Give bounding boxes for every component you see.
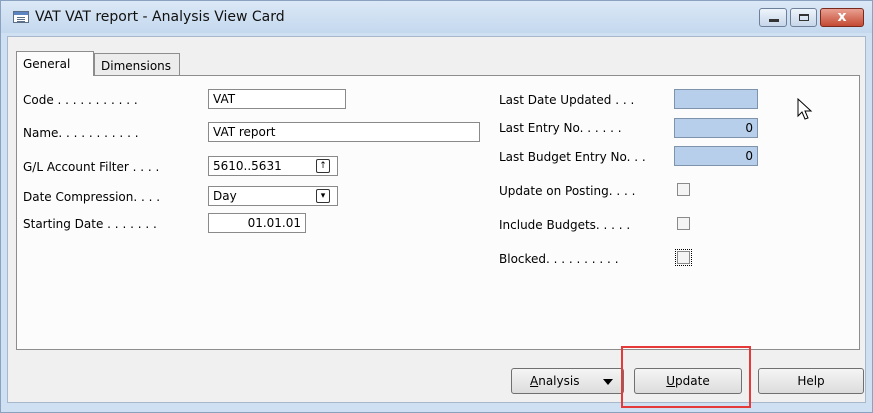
gl-account-filter-label: G/L Account Filter . . . . <box>23 160 160 174</box>
include-budgets-label: Include Budgets. . . . . <box>499 218 631 232</box>
last-budget-entry-no-field[interactable]: 0 <box>674 146 758 166</box>
code-field[interactable]: VAT <box>208 89 346 109</box>
last-budget-entry-no-label: Last Budget Entry No. . . <box>499 150 646 164</box>
general-tab-panel <box>16 75 860 350</box>
lookup-arrow-icon[interactable]: ↑ <box>316 159 330 173</box>
update-on-posting-checkbox[interactable] <box>677 183 690 196</box>
title-bar[interactable]: VAT VAT report - Analysis View Card x <box>1 1 872 33</box>
maximize-button[interactable] <box>790 8 817 27</box>
blocked-label: Blocked. . . . . . . . . . <box>499 252 619 266</box>
last-entry-no-label: Last Entry No. . . . . . <box>499 121 622 135</box>
starting-date-label: Starting Date . . . . . . . <box>23 217 157 231</box>
close-button[interactable]: x <box>820 8 864 27</box>
starting-date-field[interactable]: 01.01.01 <box>208 213 306 233</box>
date-compression-label: Date Compression. . . . <box>23 190 161 204</box>
dropdown-arrow-icon[interactable]: ▾ <box>316 189 330 203</box>
name-field[interactable]: VAT report <box>208 122 480 142</box>
minimize-button[interactable] <box>759 8 787 27</box>
name-label: Name. . . . . . . . . . . <box>23 126 139 140</box>
tab-dimensions[interactable]: Dimensions <box>94 53 180 77</box>
date-compression-value: Day <box>213 189 237 203</box>
mouse-cursor-icon <box>797 98 813 120</box>
help-button[interactable]: Help <box>758 368 864 394</box>
last-entry-no-field[interactable]: 0 <box>674 118 758 138</box>
gl-account-filter-value: 5610..5631 <box>213 159 282 173</box>
include-budgets-checkbox[interactable] <box>677 217 690 230</box>
form-icon <box>13 11 29 23</box>
analysis-button[interactable]: Analysis <box>511 368 624 394</box>
update-highlight-box <box>621 346 751 408</box>
maximize-icon <box>799 14 809 21</box>
tab-general[interactable]: General <box>16 51 94 76</box>
analysis-button-label: Analysis <box>530 374 580 388</box>
last-date-updated-label: Last Date Updated . . . <box>499 93 635 107</box>
code-label: Code . . . . . . . . . . . <box>23 93 138 107</box>
update-on-posting-label: Update on Posting. . . . <box>499 184 636 198</box>
window-title: VAT VAT report - Analysis View Card <box>35 9 285 25</box>
close-icon: x <box>837 9 847 25</box>
blocked-checkbox[interactable] <box>675 249 692 266</box>
dropdown-triangle-icon <box>603 379 613 385</box>
minimize-icon <box>769 19 779 22</box>
last-date-updated-field[interactable] <box>674 89 758 109</box>
